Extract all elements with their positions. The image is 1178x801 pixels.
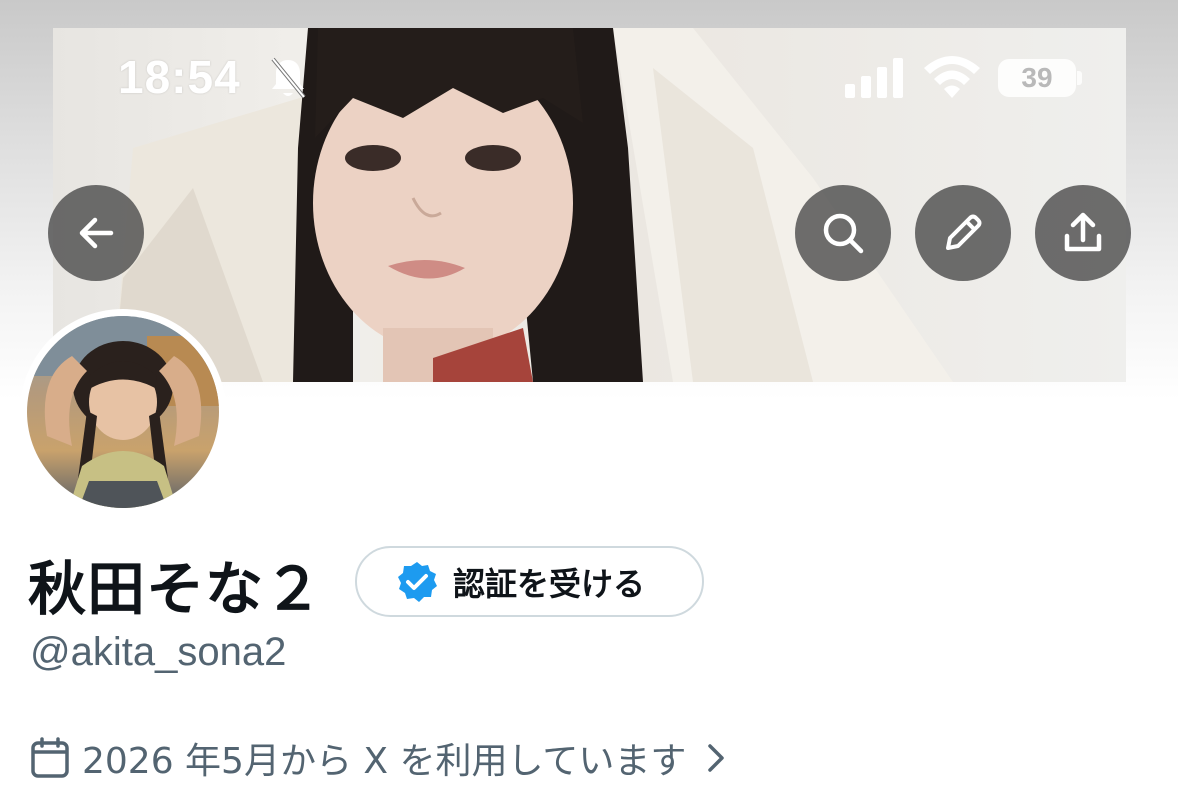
status-time: 18:54	[118, 51, 241, 103]
wifi-icon	[924, 56, 980, 98]
avatar[interactable]	[20, 309, 226, 515]
get-verified-button[interactable]: 認証を受ける	[355, 546, 704, 617]
joined-date-row[interactable]: 2026 年5月から X を利用しています	[30, 733, 728, 783]
battery-level: 39	[1021, 62, 1053, 93]
search-icon	[823, 213, 864, 254]
bell-slash-icon	[271, 57, 306, 99]
search-button[interactable]	[795, 185, 891, 281]
chevron-right-icon	[708, 744, 725, 772]
share-button[interactable]	[1035, 185, 1131, 281]
user-handle: @akita_sona2	[30, 630, 287, 674]
verified-badge-icon	[398, 561, 437, 602]
edit-profile-button[interactable]	[915, 185, 1011, 281]
pencil-icon	[946, 214, 982, 250]
back-button[interactable]	[48, 185, 144, 281]
share-icon	[1064, 212, 1102, 252]
avatar-photo	[27, 316, 219, 508]
back-arrow-icon	[79, 217, 114, 249]
get-verified-label: 認証を受ける	[453, 564, 646, 603]
battery-icon: 39	[998, 59, 1076, 97]
battery-tip	[1077, 71, 1082, 85]
joined-date-text: 2026 年5月から X を利用しています	[82, 741, 687, 782]
display-name: 秋田そな２	[28, 555, 324, 623]
calendar-icon	[31, 737, 69, 778]
cellular-signal-icon	[845, 58, 903, 98]
